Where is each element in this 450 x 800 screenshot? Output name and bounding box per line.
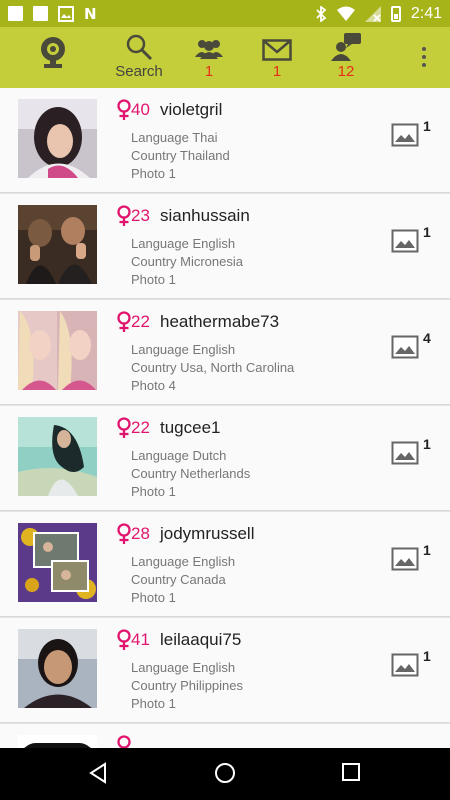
photo-album-icon[interactable] — [391, 547, 419, 571]
overflow-menu-icon[interactable] — [422, 47, 426, 67]
user-photo-count-text: Photo 1 — [131, 484, 176, 499]
list-item[interactable]: 23 sianhussain Language English Country … — [0, 194, 450, 299]
user-country: Country Netherlands — [131, 466, 251, 481]
username[interactable]: sianhussain — [160, 206, 250, 226]
user-language: Language English — [131, 236, 236, 251]
webcam-icon — [41, 37, 65, 68]
user-photo-count-text: Photo 1 — [131, 166, 176, 181]
username[interactable]: jodymrussell — [160, 524, 254, 544]
user-list[interactable]: 40 violetgril Language Thai Country Thai… — [0, 88, 450, 748]
user-country: Country Thailand — [131, 148, 230, 163]
user-age: 41 — [131, 630, 150, 649]
username[interactable]: violetgril — [160, 100, 222, 120]
list-item[interactable]: 41 leilaaqui75 Language English Country … — [0, 618, 450, 723]
female-icon — [117, 205, 131, 226]
user-age: 22 — [131, 312, 150, 331]
user-photo-thumbnail[interactable] — [18, 99, 97, 178]
photo-album-icon[interactable] — [391, 229, 419, 253]
female-icon — [117, 417, 131, 438]
list-item[interactable] — [0, 724, 450, 748]
group-count-badge: 1 — [204, 63, 214, 80]
photo-album-icon[interactable] — [391, 441, 419, 465]
user-age: 40 — [131, 100, 150, 119]
female-icon — [117, 523, 131, 544]
user-country: Country Canada — [131, 572, 226, 587]
user-language: Language English — [131, 554, 236, 569]
photo-album-icon[interactable] — [391, 335, 419, 359]
photo-count-badge: 1 — [423, 436, 431, 452]
status-bar: N 2:41 — [0, 0, 450, 27]
home-icon[interactable] — [214, 762, 236, 784]
user-language: Language Dutch — [131, 448, 227, 463]
signal-icon — [364, 5, 381, 22]
photo-album-icon[interactable] — [391, 123, 419, 147]
user-language: Language Thai — [131, 130, 218, 145]
notification-square-icon — [33, 6, 48, 21]
user-country: Country Usa, North Carolina — [131, 360, 295, 375]
list-item[interactable]: 40 violetgril Language Thai Country Thai… — [0, 88, 450, 193]
photo-count-badge: 1 — [423, 542, 431, 558]
mail-count-badge: 1 — [272, 63, 282, 80]
user-language: Language English — [131, 342, 236, 357]
photo-count-badge: 1 — [423, 224, 431, 240]
chat-user-icon — [331, 33, 361, 61]
webcam-button[interactable] — [34, 27, 72, 88]
user-age: 23 — [131, 206, 150, 225]
image-notification-icon — [58, 5, 74, 22]
user-photo-count-text: Photo 1 — [131, 590, 176, 605]
user-age: 22 — [131, 418, 150, 437]
user-photo-count-text: Photo 1 — [131, 272, 176, 287]
search-icon — [126, 34, 153, 61]
username[interactable]: leilaaqui75 — [160, 630, 241, 650]
search-label: Search — [115, 63, 163, 80]
recents-icon[interactable] — [341, 762, 361, 782]
photo-album-icon[interactable] — [391, 653, 419, 677]
photo-count-badge: 4 — [423, 330, 431, 346]
n-notification-icon: N — [84, 4, 97, 23]
photo-count-badge: 1 — [423, 648, 431, 664]
user-photo-thumbnail[interactable] — [18, 629, 97, 708]
female-icon — [117, 99, 131, 120]
wifi-icon — [336, 6, 355, 21]
bluetooth-icon — [316, 5, 327, 22]
user-photo-thumbnail[interactable] — [18, 735, 97, 748]
user-photo-count-text: Photo 4 — [131, 378, 176, 393]
female-icon — [117, 311, 131, 332]
username[interactable]: heathermabe73 — [160, 312, 279, 332]
group-icon — [195, 40, 223, 59]
battery-icon — [390, 5, 401, 22]
user-photo-thumbnail[interactable] — [18, 523, 97, 602]
mail-button[interactable]: 1 — [260, 27, 294, 88]
search-button[interactable]: Search — [108, 27, 170, 88]
list-item[interactable]: 22 tugcee1 Language Dutch Country Nether… — [0, 406, 450, 511]
user-photo-count-text: Photo 1 — [131, 696, 176, 711]
user-country: Country Micronesia — [131, 254, 243, 269]
user-photo-thumbnail[interactable] — [18, 311, 97, 390]
chat-button[interactable]: 12 — [326, 27, 366, 88]
system-navigation-bar — [0, 748, 450, 800]
mail-icon — [262, 39, 292, 61]
groups-button[interactable]: 1 — [192, 27, 226, 88]
notification-square-icon — [8, 6, 23, 21]
female-icon — [117, 735, 131, 748]
user-photo-thumbnail[interactable] — [18, 205, 97, 284]
user-photo-thumbnail[interactable] — [18, 417, 97, 496]
user-language: Language English — [131, 660, 236, 675]
app-toolbar: Search 1 1 12 — [0, 27, 450, 88]
list-item[interactable]: 22 heathermabe73 Language English Countr… — [0, 300, 450, 405]
status-clock: 2:41 — [410, 4, 442, 22]
user-age: 28 — [131, 524, 150, 543]
list-item[interactable]: 28 jodymrussell Language English Country… — [0, 512, 450, 617]
back-icon[interactable] — [88, 762, 108, 784]
user-country: Country Philippines — [131, 678, 244, 693]
chat-count-badge: 12 — [337, 63, 355, 80]
photo-count-badge: 1 — [423, 118, 431, 134]
female-icon — [117, 629, 131, 650]
username[interactable]: tugcee1 — [160, 418, 221, 438]
